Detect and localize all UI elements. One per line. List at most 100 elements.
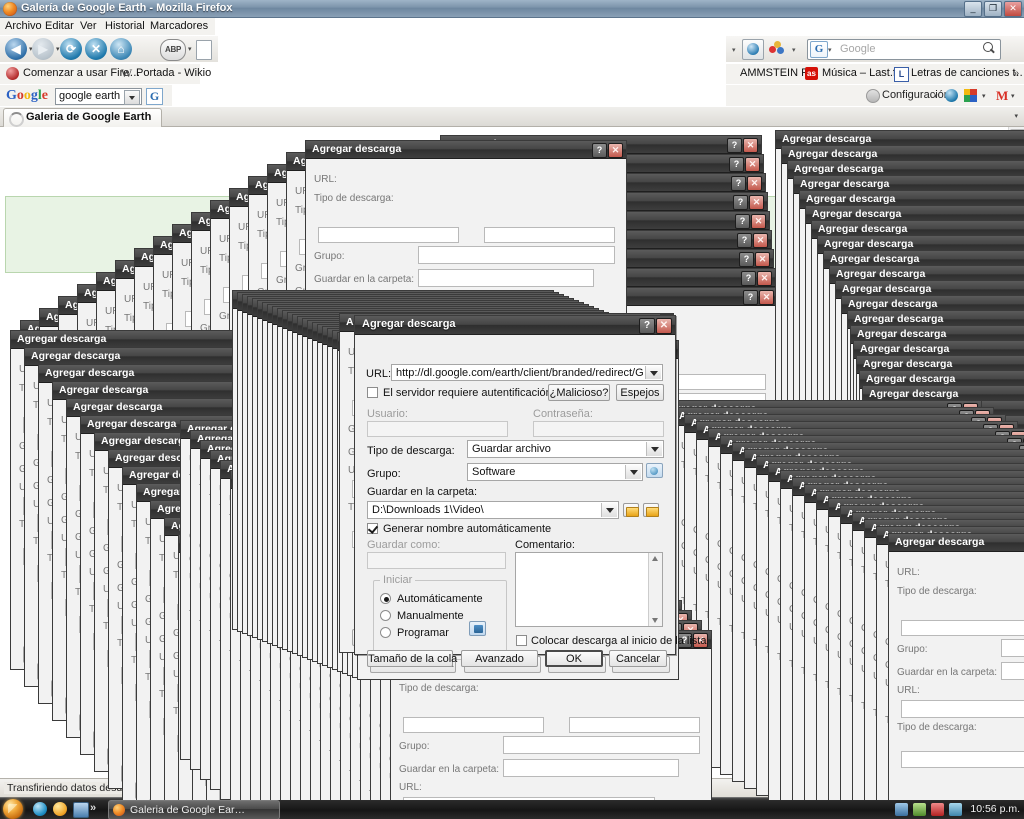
dialog-input[interactable] bbox=[901, 751, 1024, 768]
forward-button[interactable]: ▶ bbox=[32, 38, 54, 60]
add-group-icon[interactable] bbox=[646, 463, 663, 478]
dialog-titlebar[interactable]: Agregar descarga ? ✕ bbox=[355, 316, 675, 335]
malicious-button[interactable]: ¿Malicioso? bbox=[548, 384, 610, 401]
dialog-close-button[interactable]: ✕ bbox=[749, 195, 764, 210]
taskbar-clock[interactable]: 10:56 p.m. bbox=[970, 803, 1020, 815]
save-as-input[interactable] bbox=[367, 552, 506, 569]
help-button[interactable]: ? bbox=[592, 143, 607, 158]
settings-caret[interactable]: ▾ bbox=[934, 92, 938, 100]
menu-archivo[interactable]: Archivo bbox=[5, 20, 42, 32]
google-search-input[interactable]: google earth bbox=[55, 88, 142, 105]
advanced-button[interactable]: Avanzado bbox=[461, 650, 538, 667]
gmail-caret[interactable]: ▾ bbox=[1011, 92, 1015, 100]
dialog-close-button[interactable]: ✕ bbox=[608, 143, 623, 158]
dialog-titlebar[interactable]: Agregar descarga?✕ bbox=[889, 534, 1024, 552]
minimize-button[interactable]: _ bbox=[964, 1, 982, 17]
user-input[interactable] bbox=[367, 421, 508, 437]
group-select[interactable]: Software bbox=[467, 463, 643, 481]
settings-circle-icon[interactable] bbox=[866, 89, 880, 103]
dialog-close-button[interactable]: ✕ bbox=[745, 157, 760, 172]
window-controls[interactable]: _ ❐ ✕ bbox=[964, 1, 1022, 17]
address-bar-fragment[interactable] bbox=[196, 40, 212, 60]
home-button[interactable]: ⌂ bbox=[110, 38, 132, 60]
calendar-icon[interactable] bbox=[469, 621, 486, 636]
bookmarks-overflow-chevron[interactable]: » bbox=[1013, 68, 1019, 79]
adblock-plus-button[interactable]: ABP bbox=[160, 39, 186, 61]
add-download-dialog-background[interactable]: Agregar descarga?✕ URL: Tipo de descarga: G… bbox=[888, 533, 1024, 800]
radio-manualmente[interactable] bbox=[380, 610, 391, 621]
place-first-checkbox[interactable] bbox=[516, 635, 527, 646]
bookmark-musica-lastfm[interactable]: Música – Last.fm bbox=[822, 67, 905, 79]
dialog-input[interactable] bbox=[1001, 662, 1024, 680]
bookmark-portada-wikio[interactable]: Portada - Wikio bbox=[136, 67, 211, 79]
taskbar-item-firefox[interactable]: Galeria de Google Ear… bbox=[108, 800, 280, 819]
show-desktop-icon[interactable] bbox=[73, 802, 89, 818]
download-type-caret[interactable] bbox=[646, 442, 662, 456]
stop-button[interactable]: ✕ bbox=[85, 38, 107, 60]
bookmark-letras[interactable]: Letras de canciones t… bbox=[911, 67, 1024, 79]
folder-icon[interactable] bbox=[643, 503, 659, 517]
start-orb-icon[interactable] bbox=[3, 799, 23, 819]
comment-scrollbar[interactable] bbox=[648, 553, 662, 626]
tab-galeria-google-earth[interactable]: Galeria de Google Earth bbox=[3, 108, 163, 127]
search-engine-icon[interactable]: G bbox=[810, 41, 828, 58]
radio-automaticamente[interactable] bbox=[380, 593, 391, 604]
quicklaunch-overflow-chevron[interactable]: » bbox=[90, 802, 96, 814]
dialog-close-button[interactable]: ✕ bbox=[747, 176, 762, 191]
queue-size-button[interactable]: Tamaño de la cola bbox=[367, 650, 457, 667]
dialog-close-button[interactable]: ✕ bbox=[656, 318, 672, 334]
dialog-input[interactable] bbox=[403, 797, 655, 800]
menu-historial[interactable]: Historial bbox=[105, 20, 145, 32]
radio-programar[interactable] bbox=[380, 627, 391, 638]
scroll-up-arrow-icon[interactable] bbox=[652, 556, 658, 561]
help-button[interactable]: ? bbox=[735, 214, 750, 229]
forward-dropdown-caret[interactable]: ▾ bbox=[56, 45, 60, 53]
internet-explorer-icon[interactable] bbox=[33, 802, 47, 816]
scroll-down-arrow-icon[interactable] bbox=[652, 618, 658, 623]
help-button[interactable]: ? bbox=[741, 271, 756, 286]
auto-name-checkbox[interactable] bbox=[367, 523, 378, 534]
dialog-input[interactable] bbox=[418, 269, 594, 287]
google-search-dropdown[interactable] bbox=[124, 90, 140, 105]
google-earth-icon[interactable] bbox=[945, 89, 958, 102]
group-caret[interactable] bbox=[625, 465, 641, 479]
extension-caret[interactable]: ▾ bbox=[792, 46, 796, 54]
extension-dots-icon[interactable] bbox=[769, 41, 785, 57]
dialog-input[interactable] bbox=[901, 700, 1024, 718]
extensions-caret[interactable]: ▾ bbox=[982, 92, 986, 100]
network-icon[interactable] bbox=[895, 802, 909, 816]
help-button[interactable]: ? bbox=[731, 176, 746, 191]
dialog-input[interactable] bbox=[418, 246, 615, 264]
gmail-icon[interactable]: M bbox=[996, 88, 1008, 104]
dialog-close-button[interactable]: ✕ bbox=[751, 214, 766, 229]
dialog-close-button[interactable]: ✕ bbox=[755, 252, 770, 267]
contacts-icon[interactable] bbox=[913, 802, 927, 816]
dialog-close-button[interactable]: ✕ bbox=[753, 233, 768, 248]
dialog-close-button[interactable]: ✕ bbox=[759, 290, 774, 305]
folder-open-icon[interactable] bbox=[623, 503, 639, 517]
search-box[interactable]: G ▾ Google bbox=[807, 39, 1001, 60]
dialog-input[interactable] bbox=[484, 227, 615, 243]
password-input[interactable] bbox=[533, 421, 664, 437]
search-engine-caret[interactable]: ▾ bbox=[828, 46, 832, 54]
dialog-input[interactable] bbox=[503, 759, 679, 777]
close-icon[interactable] bbox=[931, 802, 945, 816]
reload-button[interactable]: ⟳ bbox=[60, 38, 82, 60]
help-button[interactable]: ? bbox=[739, 252, 754, 267]
dialog-input[interactable] bbox=[1001, 639, 1024, 657]
dialog-input[interactable] bbox=[901, 620, 1024, 636]
url-input[interactable]: http://dl.google.com/earth/client/brande… bbox=[391, 364, 663, 381]
help-button[interactable]: ? bbox=[727, 138, 742, 153]
add-download-dialog[interactable]: Agregar descarga ? ✕ URL: http://dl.goog… bbox=[354, 315, 706, 667]
maximize-button[interactable]: ❐ bbox=[984, 1, 1002, 17]
smiley-icon[interactable] bbox=[53, 802, 67, 816]
overflow-caret[interactable]: ▾ bbox=[732, 46, 736, 54]
mirrors-button[interactable]: Espejos bbox=[616, 384, 664, 401]
auth-required-checkbox[interactable] bbox=[367, 387, 378, 398]
search-icon[interactable] bbox=[983, 42, 996, 55]
help-button[interactable]: ? bbox=[639, 318, 655, 334]
save-folder-caret[interactable] bbox=[601, 503, 617, 517]
tab-list-caret[interactable]: ▾ bbox=[1014, 112, 1018, 120]
play-button[interactable] bbox=[742, 39, 764, 60]
dialog-input[interactable] bbox=[503, 736, 700, 754]
